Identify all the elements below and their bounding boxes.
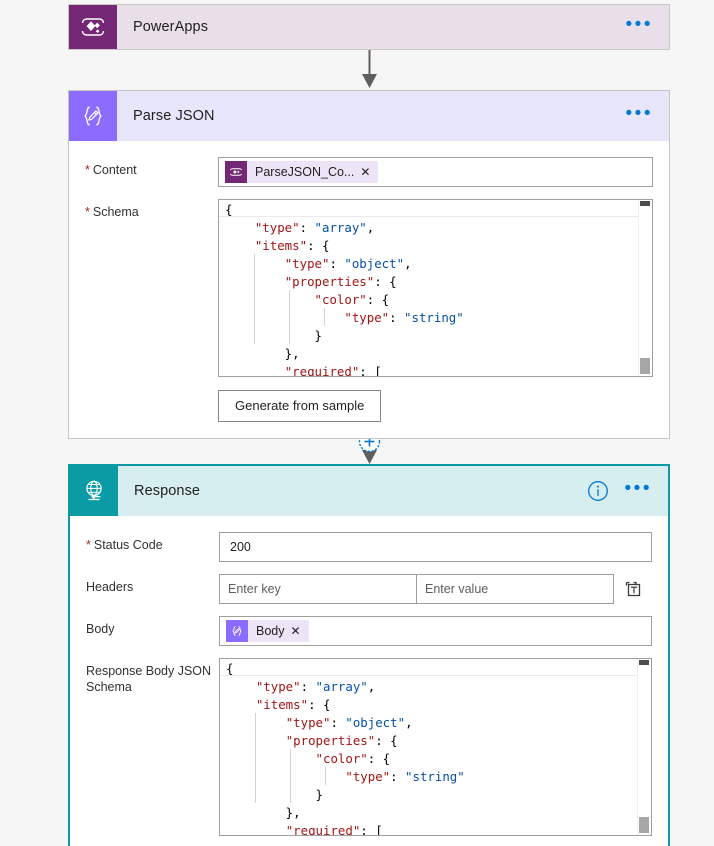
code-line: "type": "array", [254,220,375,235]
code-line: "properties": { [284,274,397,289]
schema-indent-guide-1 [254,254,255,344]
response-schema-indent-guide-3 [325,767,326,785]
code-line: "required": [ [285,823,383,836]
header-key-input[interactable]: Enter key [219,574,417,604]
body-field-control: Body ✕ [219,616,652,646]
schema-generate-wrap: Generate from sample [85,377,653,422]
powerapps-header-actions: ••• [622,5,657,49]
code-line: "items": { [255,697,331,712]
response-schema-generate-wrap: Generate from sample [86,836,652,846]
response-body-schema-label: Response Body JSON Schema [86,664,212,694]
parsejson-card-header[interactable]: Parse JSON ••• [69,91,669,141]
parsejson-card-title: Parse JSON [133,108,215,124]
code-line: "type": "object", [284,256,412,271]
schema-label: * Schema [85,205,139,219]
schema-generate-from-sample-button[interactable]: Generate from sample [218,390,382,422]
header-value-input[interactable]: Enter value [417,574,614,604]
status-code-input[interactable]: 200 [219,532,652,562]
content-field-control: ParseJSON_Co... ✕ [218,157,653,187]
field-row-response-body-schema: Response Body JSON Schema { "type": "arr… [86,658,652,836]
switch-to-text-mode-icon[interactable] [614,580,652,598]
response-card-header[interactable]: Response ••• [70,466,668,516]
body-input[interactable]: Body ✕ [219,616,652,646]
card-powerapps[interactable]: PowerApps ••• [68,4,670,50]
card-parse-json[interactable]: Parse JSON ••• * Content ParseJSON_Co...… [68,90,670,439]
status-code-required-marker: * [86,538,91,552]
field-row-schema: * Schema { "type": "array", "items": { "t… [85,199,653,377]
response-card-title: Response [134,483,201,499]
content-label: * Content [85,163,137,177]
response-schema-editor-scroll-thumb[interactable] [639,660,649,665]
content-input[interactable]: ParseJSON_Co... ✕ [218,157,653,187]
content-token-label: ParseJSON_Co... [255,165,355,179]
response-info-icon[interactable] [587,480,609,502]
powerapps-icon [69,5,117,49]
parsejson-header-actions: ••• [622,91,657,141]
schema-editor-scrollbar[interactable] [638,200,652,376]
content-token-chip[interactable]: ParseJSON_Co... ✕ [225,161,379,183]
headers-label: Headers [86,580,134,594]
response-header-actions: ••• [587,466,656,516]
response-schema-indent-guide-1 [255,713,256,803]
response-schema-indent-guide-2 [290,749,291,803]
status-code-label: * Status Code [86,538,163,552]
parsejson-card-body: * Content ParseJSON_Co... ✕ * Schema {"… [69,141,669,438]
powerapps-token-icon [225,161,247,183]
headers-row: Enter key Enter value [219,574,652,604]
content-required-marker: * [85,163,90,177]
schema-field-control: { "type": "array", "items": { "type": "o… [218,199,653,377]
powerapps-overflow-menu-button[interactable]: ••• [622,15,657,40]
response-body-schema-field-control: { "type": "array", "items": { "type": "o… [219,658,652,836]
response-body-schema-code-editor[interactable]: { "type": "array", "items": { "type": "o… [219,658,652,836]
response-globe-icon [70,466,118,516]
code-line: { [225,202,233,217]
powerapps-card-header[interactable]: PowerApps ••• [69,5,669,49]
field-row-content: * Content ParseJSON_Co... ✕ [85,157,653,187]
schema-code-content[interactable]: { "type": "array", "items": { "type": "o… [219,200,652,377]
field-row-status-code: * Status Code 200 [86,532,652,562]
code-line: "items": { [254,238,330,253]
code-line: }, [225,346,300,361]
body-token-chip[interactable]: Body ✕ [226,620,309,642]
body-token-remove-icon[interactable]: ✕ [291,625,309,637]
schema-code-editor[interactable]: { "type": "array", "items": { "type": "o… [218,199,653,377]
response-body-schema-code-content[interactable]: { "type": "array", "items": { "type": "o… [220,659,651,836]
code-line: "properties": { [285,733,398,748]
code-line: "type": "array", [255,679,376,694]
response-card-body: * Status Code 200 Headers Enter key Enter… [70,516,668,846]
schema-required-marker: * [85,205,90,219]
code-line: }, [226,805,301,820]
parsejson-overflow-menu-button[interactable]: ••• [622,104,657,129]
response-schema-editor-scroll-bottom-marker[interactable] [639,817,649,833]
code-line: "required": [ [284,364,382,377]
schema-editor-scroll-thumb[interactable] [640,201,650,206]
status-code-field-control: 200 [219,532,652,562]
response-overflow-menu-button[interactable]: ••• [621,479,656,504]
body-token-label: Body [256,624,285,638]
headers-field-control: Enter key Enter value [219,574,652,604]
flow-designer-canvas: PowerApps ••• Parse JSON ••• * Content P… [0,0,714,846]
powerapps-card-title: PowerApps [133,19,209,35]
field-row-headers: Headers Enter key Enter value [86,574,652,604]
schema-indent-guide-3 [324,308,325,326]
schema-editor-scroll-bottom-marker[interactable] [640,358,650,374]
field-row-body: Body Body ✕ [86,616,652,646]
code-line: { [226,661,234,676]
parse-json-token-icon [226,620,248,642]
card-response[interactable]: Response ••• * Status Code 200 Headers E… [68,464,670,846]
body-label: Body [86,622,115,636]
connector-powerapps-to-parsejson [362,50,377,88]
code-line: "type": "object", [285,715,413,730]
response-schema-editor-scrollbar[interactable] [637,659,651,835]
parse-json-icon [69,91,117,141]
content-token-remove-icon[interactable]: ✕ [360,166,378,178]
schema-indent-guide-2 [289,290,290,344]
